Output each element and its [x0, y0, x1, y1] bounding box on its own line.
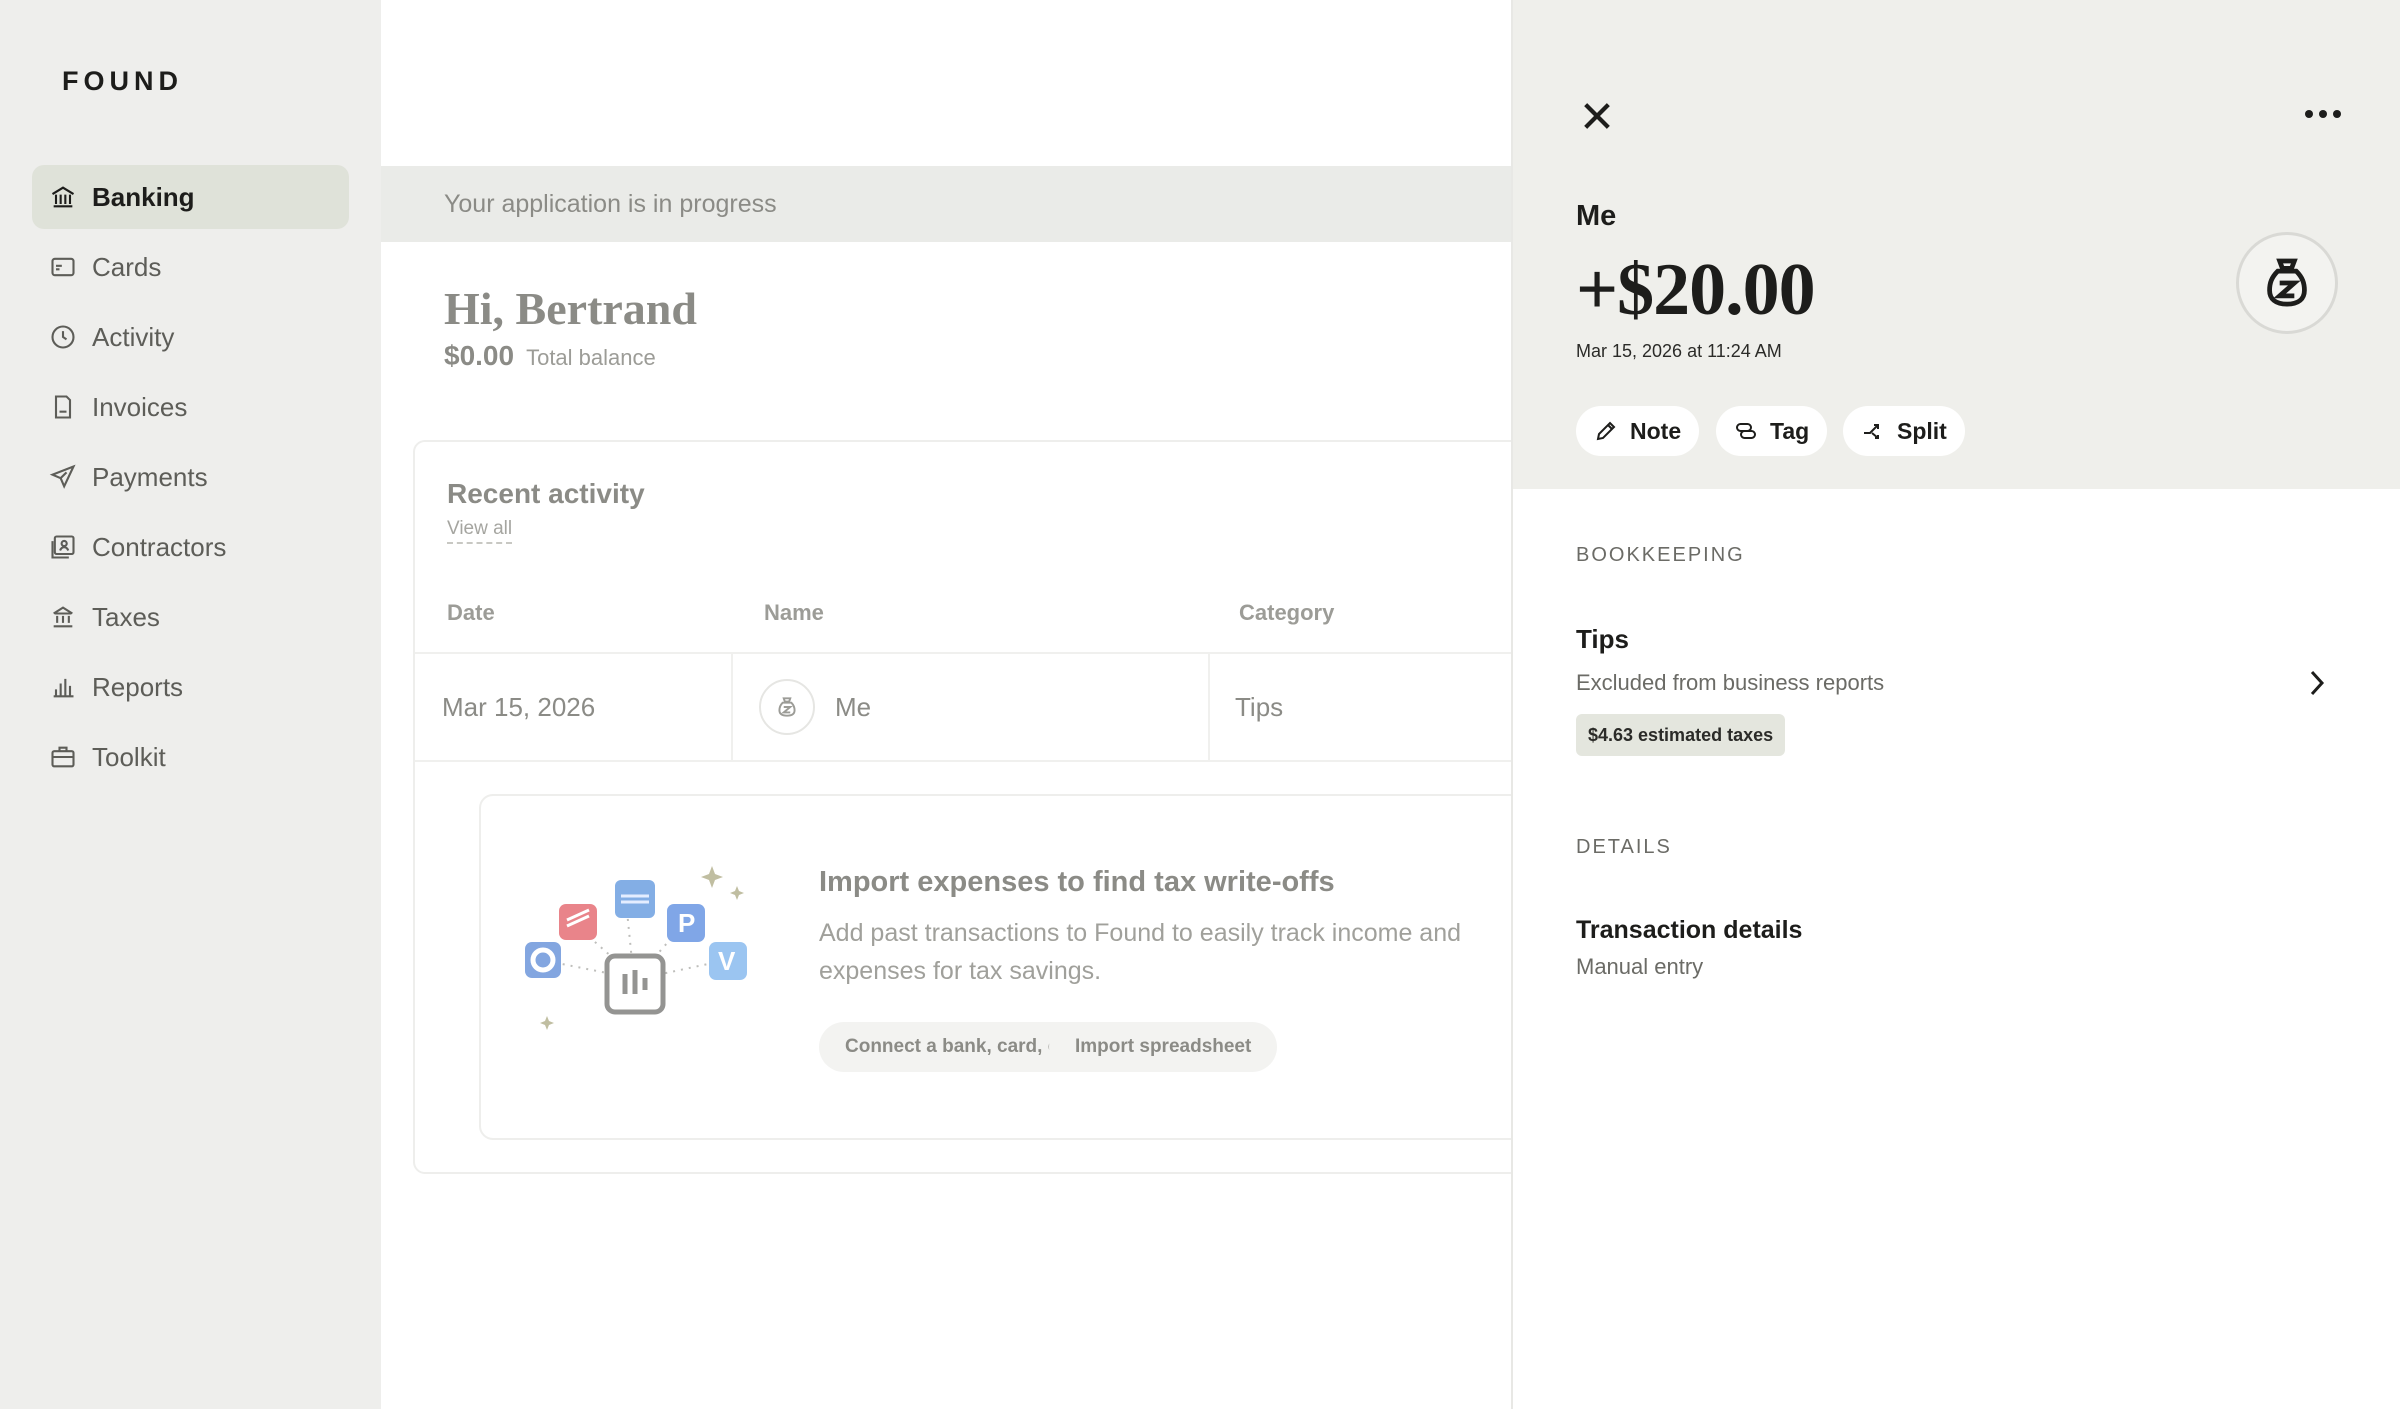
sidebar-item-payments[interactable]: Payments [32, 445, 349, 509]
import-title: Import expenses to find tax write-offs [819, 866, 1335, 898]
pencil-icon [1596, 421, 1616, 441]
sidebar-item-reports[interactable]: Reports [32, 655, 349, 719]
application-status-banner[interactable]: Your application is in progress [381, 166, 1511, 242]
sidebar-item-banking[interactable]: Banking [32, 165, 349, 229]
column-header-name[interactable]: Name [764, 600, 824, 626]
sidebar-nav: Banking Cards Activity Invoices Payments… [32, 165, 349, 795]
clock-icon [48, 322, 78, 352]
note-button[interactable]: Note [1576, 406, 1700, 456]
sidebar-item-label: Taxes [92, 601, 160, 632]
cell-divider [731, 654, 733, 760]
split-icon [1864, 424, 1879, 439]
column-header-category[interactable]: Category [1239, 600, 1334, 626]
bookkeeping-category: Tips [1576, 624, 1629, 654]
sidebar-item-taxes[interactable]: Taxes [32, 585, 349, 649]
split-label: Split [1897, 417, 1947, 444]
greeting-heading: Hi, Bertrand [444, 283, 697, 334]
sidebar-item-label: Invoices [92, 391, 188, 422]
sidebar-item-label: Activity [92, 321, 175, 352]
sidebar-item-label: Payments [92, 461, 208, 492]
integrations-illustration: P V [525, 866, 747, 1030]
invoice-icon [48, 392, 78, 422]
row-category: Tips [1235, 691, 1284, 722]
row-name: Me [759, 654, 871, 760]
details-section-label: DETAILS [1576, 836, 1672, 858]
svg-text:P: P [678, 908, 695, 938]
government-icon [48, 602, 78, 632]
sidebar-item-invoices[interactable]: Invoices [32, 375, 349, 439]
transaction-datetime: Mar 15, 2026 at 11:24 AM [1576, 341, 1782, 361]
svg-text:V: V [718, 946, 736, 976]
row-date: Mar 15, 2026 [442, 691, 596, 722]
import-expenses-card: P V Import expenses to find tax write-of… [479, 794, 1579, 1140]
app-window: FOUND Banking Cards Activity Invoices Pa… [0, 0, 2400, 1409]
import-spreadsheet-button[interactable]: Import spreadsheet [1049, 1022, 1278, 1072]
sidebar-item-label: Reports [92, 671, 184, 702]
contractor-icon [48, 532, 78, 562]
sidebar-item-activity[interactable]: Activity [32, 305, 349, 369]
total-balance: $0.00 Total balance [444, 340, 656, 372]
main-content: Your application is in progress Hi, Bert… [381, 0, 1579, 1409]
note-label: Note [1630, 417, 1682, 444]
transaction-details-subtitle: Manual entry [1576, 954, 1704, 979]
briefcase-icon [48, 742, 78, 772]
sidebar: FOUND Banking Cards Activity Invoices Pa… [0, 0, 381, 1409]
column-header-date[interactable]: Date [447, 600, 495, 626]
more-options-button[interactable] [2298, 94, 2348, 134]
import-description: Add past transactions to Found to easily… [819, 919, 1462, 985]
tag-icon [1736, 423, 1756, 439]
more-horizontal-icon [2305, 110, 2341, 118]
tag-button[interactable]: Tag [1716, 406, 1828, 456]
estimated-taxes-badge: $4.63 estimated taxes [1576, 714, 1786, 756]
bookkeeping-section-label: BOOKKEEPING [1576, 544, 1745, 566]
bar-chart-icon [48, 672, 78, 702]
sidebar-item-label: Contractors [92, 531, 227, 562]
payee-avatar[interactable] [2236, 232, 2338, 334]
payee-avatar-icon [759, 679, 815, 735]
transaction-details-title: Transaction details [1576, 916, 1803, 944]
brand-logo[interactable]: FOUND [62, 66, 183, 97]
bookkeeping-subtitle: Excluded from business reports [1576, 670, 1885, 695]
sidebar-item-contractors[interactable]: Contractors [32, 515, 349, 579]
payee-name: Me [1576, 200, 1617, 232]
sidebar-item-label: Banking [92, 181, 195, 212]
close-icon [1584, 103, 1610, 129]
send-icon [48, 462, 78, 492]
money-bag-icon [2267, 258, 2307, 307]
table-row[interactable]: Mar 15, 2026 Me Tips [415, 652, 1545, 762]
cell-divider [1208, 654, 1210, 760]
split-button[interactable]: Split [1843, 406, 1965, 456]
row-name-label: Me [835, 691, 872, 722]
card-icon [48, 252, 78, 282]
chevron-right-icon[interactable] [2306, 668, 2336, 704]
bank-icon [48, 182, 78, 212]
sidebar-item-toolkit[interactable]: Toolkit [32, 725, 349, 789]
panel-header: Me +$20.00 Mar 15, 2026 at 11:24 AM Note… [1513, 0, 2400, 489]
tag-label: Tag [1770, 417, 1810, 444]
view-all-link[interactable]: View all [447, 518, 513, 544]
recent-activity-title: Recent activity [447, 478, 645, 509]
sidebar-item-label: Toolkit [92, 741, 166, 772]
close-button[interactable] [1573, 92, 1621, 140]
sidebar-item-cards[interactable]: Cards [32, 235, 349, 299]
transaction-amount: +$20.00 [1576, 249, 1816, 331]
transaction-detail-panel: Me +$20.00 Mar 15, 2026 at 11:24 AM Note… [1511, 0, 2400, 1409]
balance-amount: $0.00 [444, 340, 515, 371]
sidebar-item-label: Cards [92, 251, 162, 282]
balance-label: Total balance [526, 345, 656, 370]
recent-activity-card: Recent activity View all Date Name Categ… [413, 440, 1579, 1174]
